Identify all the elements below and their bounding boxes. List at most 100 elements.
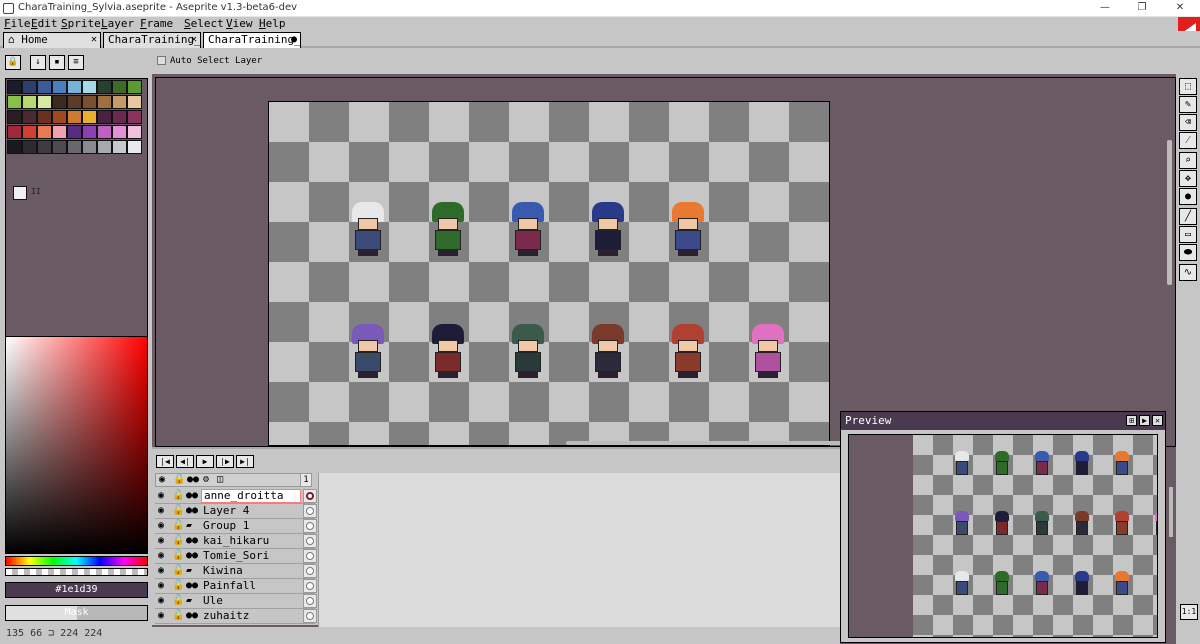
foreground-color-swatch[interactable] [13, 186, 27, 200]
eyedropper-icon[interactable]: ⁄ [1179, 132, 1197, 149]
menu-sprite[interactable]: Sprite [61, 17, 101, 31]
color-spectrum[interactable] [5, 336, 148, 554]
first-frame-icon[interactable]: |◀ [156, 455, 174, 468]
palette-swatch[interactable] [112, 110, 127, 124]
frame-header-1[interactable]: 1 [300, 473, 312, 487]
palette-swatch[interactable] [127, 95, 142, 109]
layer-row[interactable]: ◉ 🔓 ●● kai_hikaru [155, 534, 317, 549]
palette-swatch[interactable] [52, 80, 67, 94]
vertical-scrollbar[interactable] [1167, 140, 1172, 285]
preview-window[interactable]: Preview ⊞ ▶ ✕ [840, 411, 1173, 643]
marquee-icon[interactable]: ⬚ [1179, 78, 1197, 95]
layer-row[interactable]: ◉ 🔓 ▰ Ule [155, 594, 317, 609]
layer-row[interactable]: ◉ 🔓 ▰ Group 1 [155, 519, 317, 534]
eye-icon[interactable]: ◉ [158, 580, 164, 592]
menu-select[interactable]: Select [184, 17, 224, 31]
padlock-icon[interactable]: 🔓 [172, 580, 184, 592]
blur-icon[interactable]: ∿ [1179, 264, 1197, 281]
onion-skin-icon[interactable]: ◫ [217, 474, 223, 485]
layer-name[interactable]: Group 1 [201, 519, 301, 533]
palette-swatch[interactable] [52, 95, 67, 109]
menu-help[interactable]: Help [259, 17, 286, 31]
close-tab-icon[interactable]: ✕ [191, 33, 197, 47]
eye-icon[interactable]: ◉ [158, 505, 164, 517]
continuous-icon[interactable]: ●● [186, 610, 198, 622]
layer-name[interactable]: Painfall [201, 579, 301, 593]
preview-titlebar[interactable]: Preview ⊞ ▶ ✕ [841, 412, 1165, 430]
line-icon[interactable]: ╱ [1179, 208, 1197, 225]
layer-row[interactable]: ◉ 🔓 ●● Tomie_Sori [155, 549, 317, 564]
palette-swatch[interactable] [52, 125, 67, 139]
padlock-icon[interactable]: 🔓 [172, 610, 184, 622]
palette-swatch[interactable] [127, 80, 142, 94]
lock-icon[interactable]: 🔒 [5, 55, 21, 70]
palette-swatch[interactable] [97, 95, 112, 109]
play-preview-icon[interactable]: ▶ [1139, 415, 1150, 426]
cel[interactable] [303, 519, 317, 533]
center-icon[interactable]: ⊞ [1126, 415, 1137, 426]
palette-swatch[interactable] [7, 95, 22, 109]
eye-icon[interactable]: ◉ [158, 550, 164, 562]
continuous-icon[interactable]: ●● [187, 474, 199, 485]
close-tab-icon[interactable]: ✕ [91, 33, 97, 47]
palette-swatch[interactable] [37, 110, 52, 124]
preview-scrollbar[interactable] [1169, 487, 1173, 537]
palette-swatch[interactable] [22, 95, 37, 109]
layer-name[interactable]: Layer 4 [201, 504, 301, 518]
padlock-icon[interactable]: 🔓 [172, 505, 184, 517]
eye-icon[interactable]: ◉ [158, 520, 164, 532]
floppy-icon[interactable]: ▪ [49, 55, 65, 70]
palette-swatch[interactable] [97, 110, 112, 124]
continuous-icon[interactable]: ●● [186, 580, 198, 592]
color-hex-field[interactable]: #1e1d39 [5, 582, 148, 598]
eye-icon[interactable]: ◉ [159, 474, 165, 485]
palette-swatch[interactable] [82, 140, 97, 154]
sprite-canvas[interactable] [268, 101, 830, 446]
palette-swatch[interactable] [22, 110, 37, 124]
cel[interactable] [303, 534, 317, 548]
close-preview-icon[interactable]: ✕ [1152, 415, 1163, 426]
zoom-level-button[interactable]: 1:1 [1180, 604, 1198, 620]
palette-swatch[interactable] [97, 125, 112, 139]
palette-swatch[interactable] [7, 125, 22, 139]
palette-swatch[interactable] [112, 140, 127, 154]
eye-icon[interactable]: ◉ [158, 535, 164, 547]
palette-swatch[interactable] [52, 110, 67, 124]
rectangle-icon[interactable]: ▭ [1179, 226, 1197, 243]
continuous-icon[interactable]: ●● [186, 490, 198, 502]
palette-swatch[interactable] [37, 125, 52, 139]
maximize-button[interactable]: ❐ [1132, 1, 1152, 15]
tab-charatraining-1[interactable]: CharaTraining_ ✕ [103, 32, 201, 48]
palette-swatch[interactable] [67, 80, 82, 94]
palette-swatch[interactable] [127, 110, 142, 124]
minimize-button[interactable]: — [1095, 1, 1115, 15]
menu-frame[interactable]: Frame [140, 17, 173, 31]
cel[interactable] [303, 549, 317, 563]
zoom-icon[interactable]: ⌕ [1179, 152, 1197, 169]
alpha-slider[interactable] [5, 568, 148, 576]
palette-swatch[interactable] [112, 125, 127, 139]
last-frame-icon[interactable]: ▶| [236, 455, 254, 468]
preview-body[interactable] [848, 434, 1158, 638]
layer-row[interactable]: ◉ 🔓 ●● zuhaitz [155, 609, 317, 624]
paint-bucket-icon[interactable]: ● [1179, 188, 1197, 205]
palette-swatch[interactable] [7, 110, 22, 124]
modified-indicator-icon[interactable]: ● [291, 33, 297, 47]
layer-name[interactable]: zuhaitz [201, 609, 301, 623]
palette-swatch[interactable] [7, 140, 22, 154]
cel[interactable] [303, 594, 317, 608]
eye-icon[interactable]: ◉ [158, 610, 164, 622]
padlock-icon[interactable]: 🔓 [172, 490, 184, 502]
eraser-icon[interactable]: ⌫ [1179, 114, 1197, 131]
palette-swatch[interactable] [82, 110, 97, 124]
palette-swatch[interactable] [112, 80, 127, 94]
palette-swatch[interactable] [82, 80, 97, 94]
palette-swatch[interactable] [37, 140, 52, 154]
padlock-icon[interactable]: 🔓 [172, 565, 184, 577]
cel-area[interactable] [318, 473, 840, 627]
layer-name[interactable]: anne_droitta [201, 489, 301, 503]
cel[interactable] [303, 504, 317, 518]
tab-home[interactable]: ⌂ Home ✕ [3, 32, 101, 48]
palette-swatch[interactable] [22, 80, 37, 94]
palette-swatch[interactable] [112, 95, 127, 109]
